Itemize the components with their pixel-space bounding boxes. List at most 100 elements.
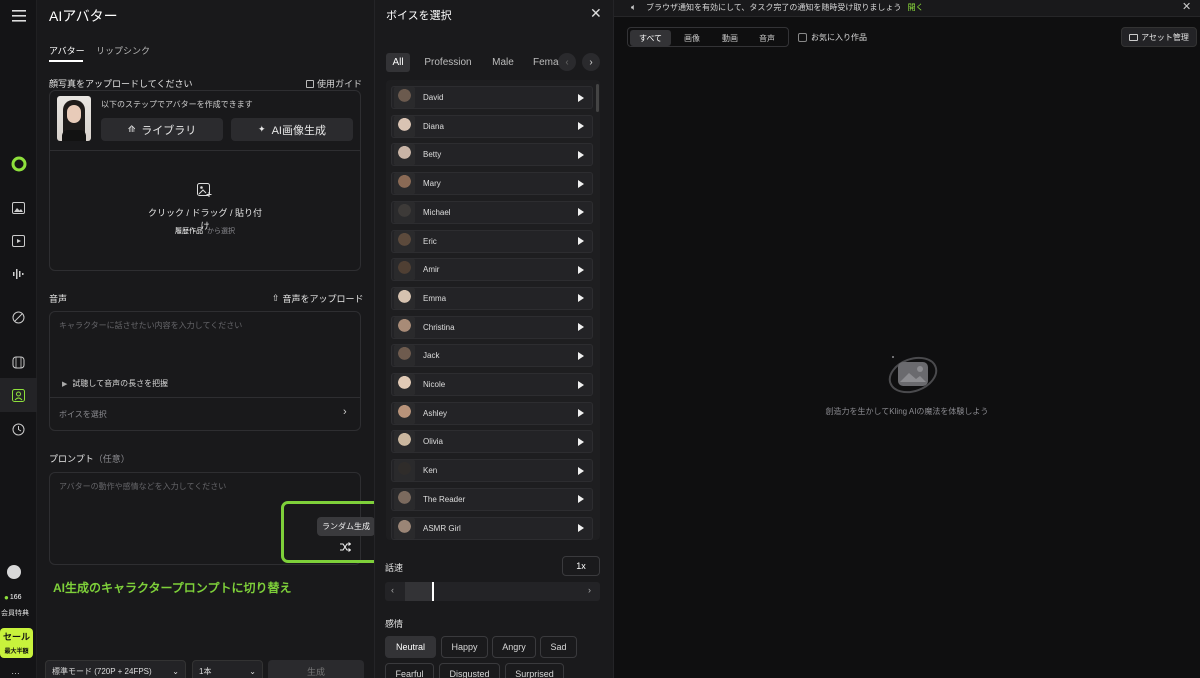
play-icon[interactable] [578,150,584,159]
play-icon[interactable] [578,122,584,131]
voice-item[interactable]: Emma [391,286,593,310]
voice-item[interactable]: Amir [391,258,593,282]
tab-avatar[interactable]: アバター [49,44,85,57]
app-window: ● 166 会員特典 セール 最大半額 … AIアバター アバター リップシンク… [0,0,1200,678]
member-benefits-label[interactable]: 会員特典 [1,608,37,618]
voice-select-label: ボイスを選択 [59,410,107,419]
banner-close-icon[interactable]: ✕ [1182,0,1191,13]
image-icon[interactable] [7,196,30,219]
filter-male[interactable]: Male [490,53,516,72]
voice-avatar [394,488,415,510]
prompt-label: プロンプト （任意） [49,452,130,465]
emotion-fearful[interactable]: Fearful [385,663,434,678]
play-icon[interactable] [578,237,584,245]
history-icon[interactable] [7,418,30,441]
voice-item[interactable]: Olivia [391,430,593,454]
voice-item[interactable]: Mary [391,172,593,196]
speed-value[interactable]: 1x [562,556,600,576]
favorites-checkbox[interactable] [798,33,807,42]
tab-all[interactable]: すべて [630,30,671,46]
mode-select[interactable]: 標準モード (720P + 24FPS) ⌄ [45,660,186,678]
count-select-value: 1本 [199,666,212,676]
voice-item[interactable]: The Reader [391,487,593,511]
speech-input[interactable]: キャラクターに話させたい内容を入力してください [59,320,242,331]
effects-icon[interactable] [7,306,30,329]
library-button[interactable]: ⟰ ライブラリ [101,118,223,141]
more-icon[interactable]: … [11,666,20,676]
user-avatar[interactable] [7,565,21,579]
history-link[interactable]: 履歴作品 [175,226,203,236]
upload-icon: ⇧ [272,293,280,303]
voice-name: Eric [423,236,437,246]
shuffle-icon[interactable] [340,542,352,555]
play-icon[interactable] [578,437,584,446]
tab-lipsync[interactable]: リップシンク [96,44,150,57]
voice-item[interactable]: Nicole [391,373,593,396]
emotion-surprised[interactable]: Surprised [505,663,564,678]
voice-item[interactable]: ASMR Girl [391,516,593,540]
emotion-angry[interactable]: Angry [492,636,536,658]
emotion-sad[interactable]: Sad [540,636,577,658]
count-select[interactable]: 1本 ⌄ [192,660,263,678]
prompt-label-text: プロンプト [49,454,94,464]
close-icon[interactable]: ✕ [590,5,602,22]
play-icon[interactable] [578,93,584,102]
sale-badge[interactable]: セール 最大半額 [0,628,33,658]
favorites-label[interactable]: お気に入り作品 [811,32,867,43]
voice-item[interactable]: Jack [391,344,593,368]
play-icon[interactable] [578,179,584,188]
credits-counter[interactable]: ● 166 [4,593,22,602]
guide-link[interactable]: 使用ガイド [306,77,362,90]
voice-item[interactable]: Christina [391,315,593,339]
asset-manage-button[interactable]: アセット管理 [1121,27,1197,47]
kling-logo-icon[interactable] [7,152,30,175]
voice-item[interactable]: Eric [391,229,593,253]
voice-item[interactable]: Ashley [391,401,593,425]
play-icon[interactable] [578,351,584,360]
slider-left-icon[interactable]: ‹ [391,585,394,595]
voice-item[interactable]: Ken [391,459,593,483]
play-icon[interactable] [578,466,584,475]
filter-female[interactable]: Fema [533,53,561,72]
emotion-neutral[interactable]: Neutral [385,636,436,658]
menu-icon[interactable] [7,4,30,27]
voice-avatar [394,517,415,539]
upload-audio-button[interactable]: ⇧ 音声をアップロード [272,292,364,305]
play-icon[interactable] [578,294,584,303]
play-icon[interactable] [578,524,584,532]
tab-video[interactable]: 動画 [712,30,748,46]
play-icon[interactable] [578,409,584,418]
voice-item[interactable]: Diana [391,114,593,138]
speed-label: 話速 [385,563,404,573]
tab-image[interactable]: 画像 [674,30,710,46]
video-icon[interactable] [7,229,30,252]
speed-slider-handle[interactable] [432,582,434,601]
preview-audio-toggle[interactable]: ▶ 試聴して音声の長さを把握 [62,378,168,389]
emotion-happy[interactable]: Happy [441,636,488,658]
audio-wave-icon[interactable] [7,262,30,285]
play-icon[interactable] [578,495,584,504]
ai-image-button[interactable]: ✦ AI画像生成 [231,118,353,141]
play-icon[interactable] [578,208,584,217]
tab-audio[interactable]: 音声 [749,30,785,46]
play-icon[interactable] [578,323,584,332]
voice-avatar [394,402,415,424]
voice-item[interactable]: David [391,86,593,109]
slider-right-icon[interactable]: › [588,585,591,595]
emotion-disgusted[interactable]: Disgusted [439,663,500,678]
generate-button[interactable]: 生成 [268,660,364,678]
voice-panel-title: ボイスを選択 [386,10,452,22]
play-icon[interactable] [578,380,584,389]
cube-icon[interactable] [7,351,30,374]
filter-profession[interactable]: Profession [424,53,472,72]
banner-message: ブラウザ通知を有効にして、タスク完了の通知を随時受け取りましょう [646,3,902,12]
avatar-mode-icon[interactable] [7,384,30,407]
filter-all[interactable]: All [386,53,410,72]
filter-next-icon[interactable]: › [582,53,600,71]
banner-open-link[interactable]: 開く [908,3,924,12]
filter-prev-icon[interactable]: ‹ [558,53,576,71]
play-icon[interactable] [578,265,584,274]
voice-item[interactable]: Betty [391,143,593,167]
voice-item[interactable]: Michael [391,200,593,224]
voice-list-scrollbar[interactable] [596,84,599,112]
